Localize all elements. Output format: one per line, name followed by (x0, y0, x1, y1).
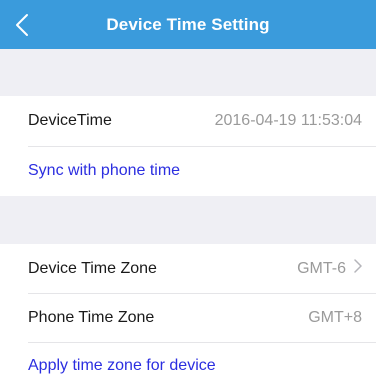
apply-time-zone-link[interactable]: Apply time zone for device (28, 357, 216, 375)
page-title: Device Time Setting (106, 14, 270, 34)
time-zone-group: Device Time Zone GMT-6 Phone Time Zone G… (0, 244, 376, 390)
device-time-group: DeviceTime 2016-04-19 11:53:04 Sync with… (0, 96, 376, 196)
section-spacer (0, 196, 376, 244)
device-time-row: DeviceTime 2016-04-19 11:53:04 (0, 96, 376, 146)
navigation-bar: Device Time Setting (0, 0, 376, 49)
sync-phone-time-link[interactable]: Sync with phone time (28, 162, 180, 180)
chevron-right-icon (354, 259, 362, 278)
phone-time-zone-row: Phone Time Zone GMT+8 (0, 293, 376, 342)
apply-time-zone-row[interactable]: Apply time zone for device (0, 342, 376, 390)
device-time-zone-value-wrap: GMT-6 (297, 259, 362, 278)
chevron-left-icon (15, 13, 29, 37)
device-time-label: DeviceTime (28, 112, 112, 129)
device-time-zone-value: GMT-6 (297, 259, 346, 277)
device-time-value: 2016-04-19 11:53:04 (214, 112, 362, 129)
sync-phone-time-row[interactable]: Sync with phone time (0, 146, 376, 196)
phone-time-zone-label: Phone Time Zone (28, 308, 155, 326)
back-button[interactable] (0, 0, 44, 49)
device-time-zone-label: Device Time Zone (28, 259, 157, 277)
device-time-setting-screen: Device Time Setting DeviceTime 2016-04-1… (0, 0, 376, 390)
phone-time-zone-value: GMT+8 (308, 308, 362, 326)
device-time-zone-row[interactable]: Device Time Zone GMT-6 (0, 244, 376, 293)
section-spacer (0, 49, 376, 96)
